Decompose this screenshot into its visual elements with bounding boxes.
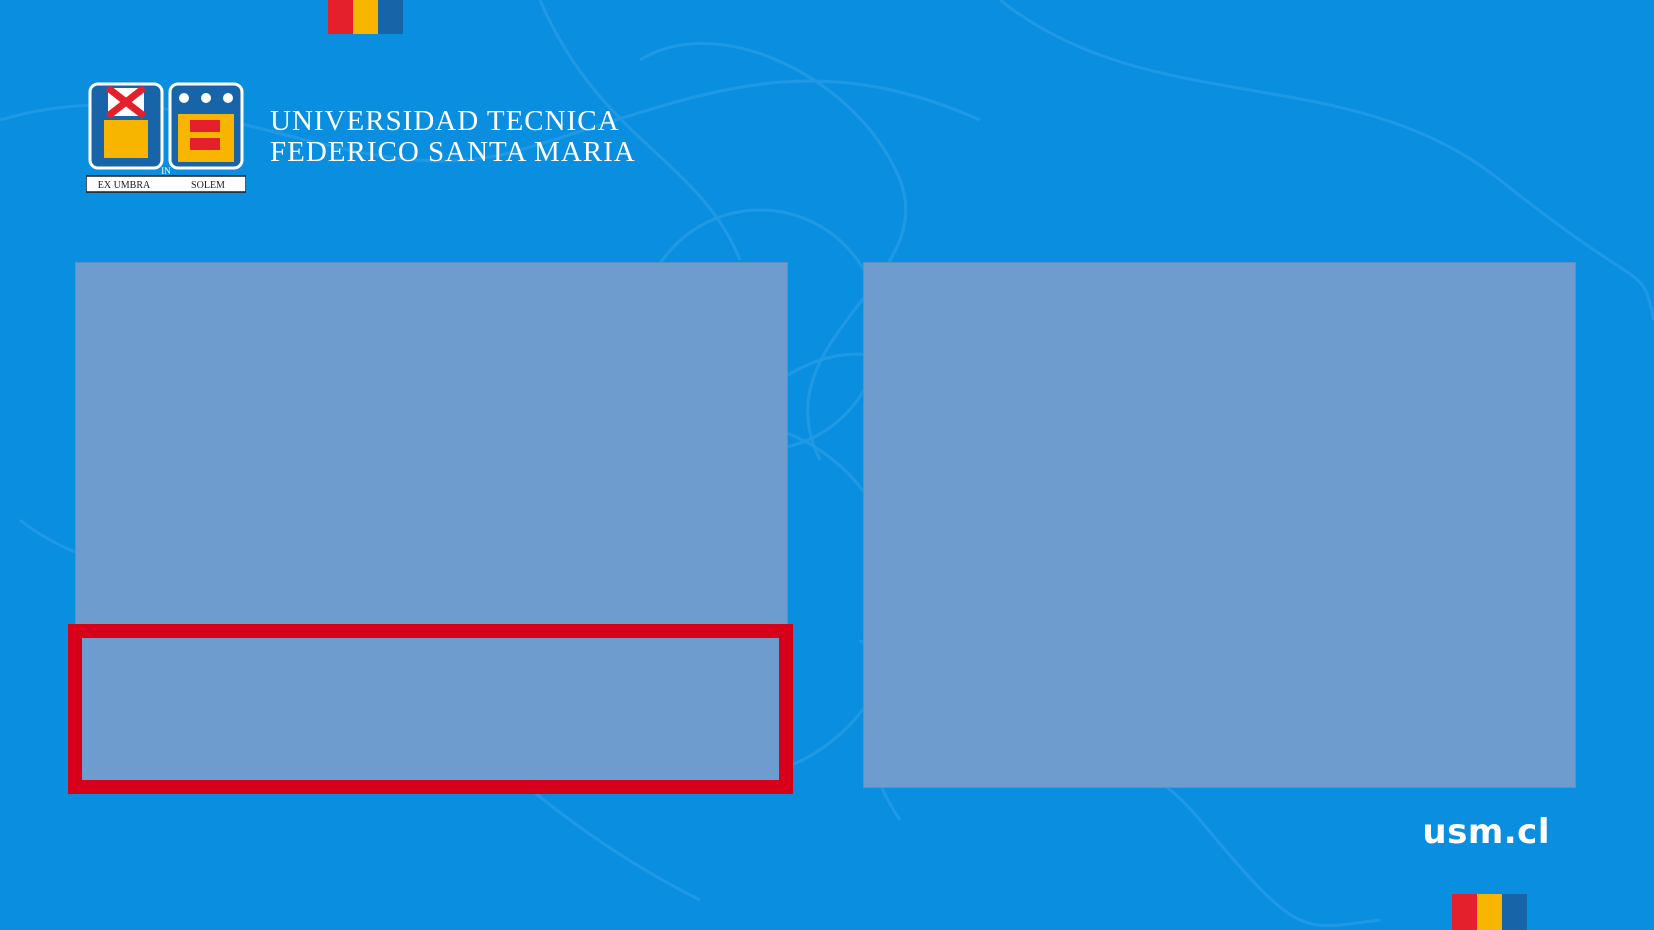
crest-motto-right: SOLEM bbox=[191, 180, 225, 191]
university-logo: EX UMBRA IN SOLEM UNIVERSIDAD TECNICA FE… bbox=[86, 80, 636, 194]
university-name: UNIVERSIDAD TECNICA FEDERICO SANTA MARIA bbox=[270, 106, 636, 168]
flag-stripe-top bbox=[328, 0, 403, 34]
university-name-line1: UNIVERSIDAD TECNICA bbox=[270, 105, 620, 137]
content-panel-right bbox=[863, 262, 1576, 788]
crest-icon: EX UMBRA IN SOLEM bbox=[86, 82, 246, 193]
flag-stripe-bottom bbox=[1452, 894, 1527, 930]
university-name-line2: FEDERICO SANTA MARIA bbox=[270, 136, 636, 168]
highlight-box bbox=[68, 624, 793, 794]
crest-motto-mid: IN bbox=[161, 166, 171, 176]
crest-motto-left: EX UMBRA bbox=[98, 180, 151, 191]
site-url: usm.cl bbox=[1422, 812, 1550, 852]
